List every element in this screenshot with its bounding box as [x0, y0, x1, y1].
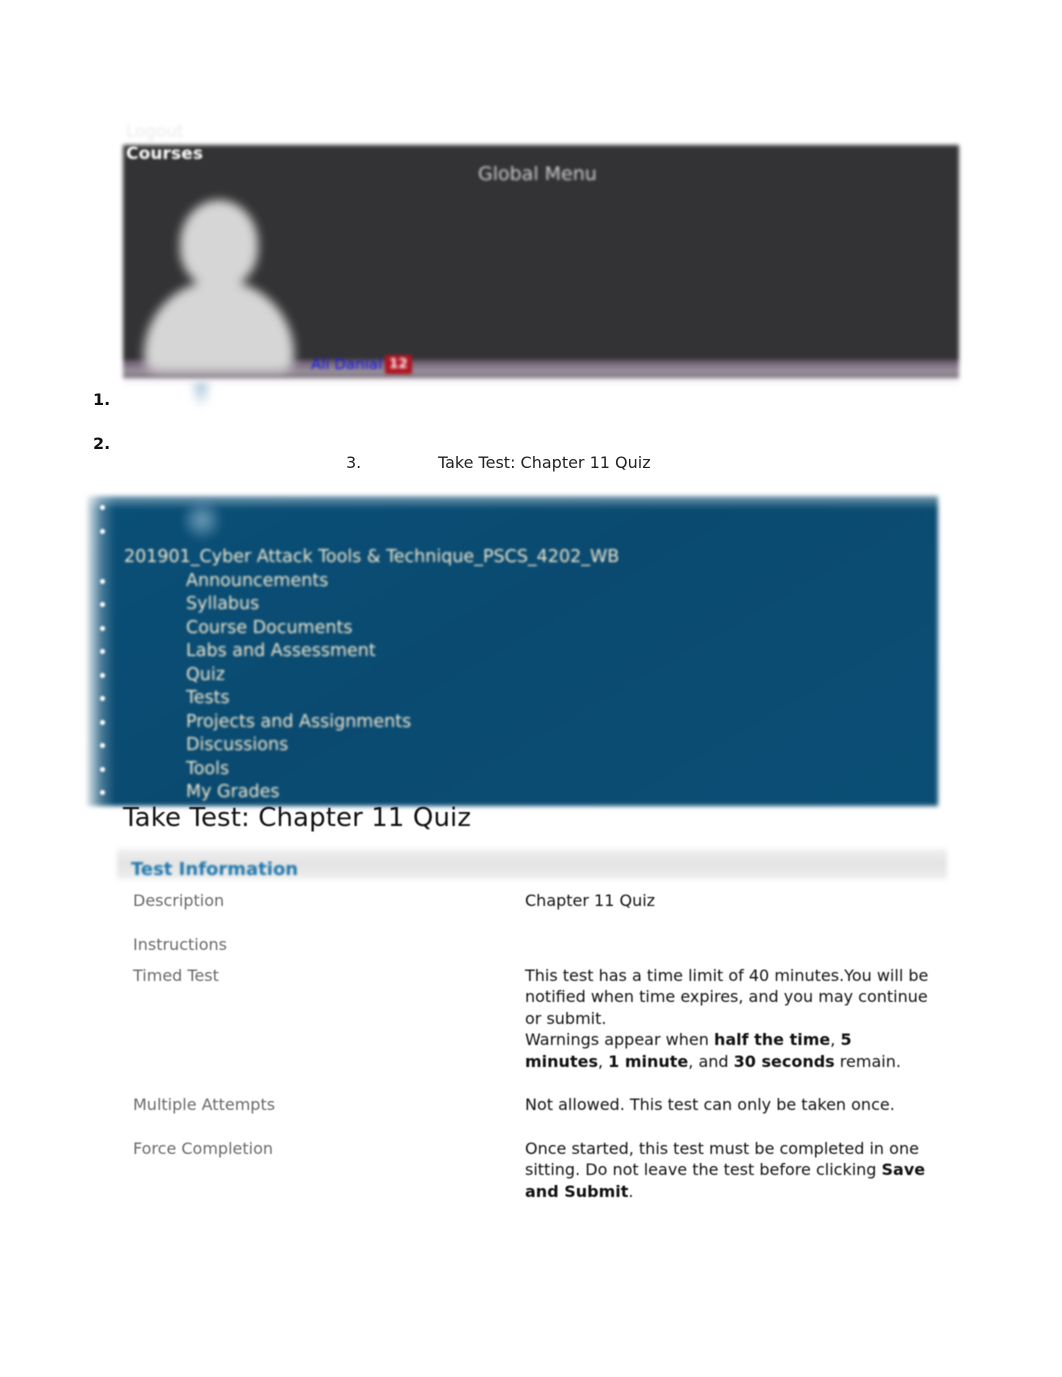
breadcrumb-marker-1: 1. [93, 390, 111, 409]
bullet-icon [100, 672, 105, 678]
course-menu-item-blank-1[interactable] [87, 496, 938, 520]
course-menu-label: Course Documents [186, 617, 353, 638]
table-row: Description Chapter 11 Quiz [133, 890, 933, 934]
bullet-icon [100, 649, 105, 654]
breadcrumb-marker-2: 2. [93, 434, 111, 453]
notification-badge[interactable]: 12 [385, 355, 412, 374]
course-menu-label: Labs and Assessment [186, 641, 376, 661]
timed-test-bold-1min: 1 minute [608, 1051, 689, 1071]
row-label-timed-test: Timed Test [133, 965, 219, 985]
breadcrumb-marker-3: 3. [346, 453, 362, 472]
table-row: Force Completion Once started, this test… [133, 1138, 933, 1225]
timed-test-bold-30sec: 30 seconds [733, 1051, 835, 1071]
course-menu-label: Announcements [186, 570, 329, 591]
force-completion-tail: . [628, 1181, 634, 1201]
user-avatar-icon [138, 196, 298, 372]
avatar-body-shape [144, 280, 294, 372]
avatar-head-shape [180, 200, 258, 288]
row-value-description: Chapter 11 Quiz [525, 891, 656, 910]
course-menu-item-blank-2[interactable] [87, 520, 938, 544]
breadcrumb-item-take-test[interactable]: Take Test: Chapter 11 Quiz [438, 453, 651, 472]
row-value-multiple-attempts: Not allowed. This test can only be taken… [525, 1095, 895, 1114]
bullet-icon [100, 696, 105, 701]
bullet-icon [100, 790, 105, 795]
course-title-label: 201901_Cyber Attack Tools & Technique_PS… [124, 547, 620, 567]
force-completion-pre: Once started, this test must be complete… [525, 1138, 919, 1180]
course-menu-label: Tests [186, 688, 230, 708]
sep3: , and [688, 1051, 734, 1071]
bullet-icon [100, 602, 105, 607]
course-menu-list: 201901_Cyber Attack Tools & Technique_PS… [87, 496, 938, 805]
course-menu-label: Quiz [186, 664, 225, 685]
row-label-multiple-attempts: Multiple Attempts [133, 1095, 276, 1114]
bullet-icon [100, 625, 105, 631]
logout-link[interactable]: Logout [126, 122, 184, 141]
courses-link[interactable]: Courses [126, 144, 203, 164]
document-page: Logout Courses Global Menu Ali Danial 12… [0, 0, 1062, 1377]
test-information-table: Description Chapter 11 Quiz Instructions… [133, 890, 933, 1224]
course-menu-item-course-documents[interactable]: Course Documents [87, 617, 938, 641]
timed-test-line2-pre: Warnings appear when [525, 1030, 714, 1049]
user-name-link[interactable]: Ali Danial [311, 355, 382, 373]
table-row: Multiple Attempts Not allowed. This test… [133, 1094, 933, 1138]
test-information-heading: Test Information [131, 859, 299, 880]
course-menu-item-announcements[interactable]: Announcements [87, 570, 938, 594]
course-menu-label: Projects and Assignments [186, 711, 412, 732]
course-menu-label: Tools [186, 758, 230, 779]
sep1: , [830, 1030, 841, 1049]
bullet-icon [100, 578, 105, 584]
course-menu-item-projects-and-assignments[interactable]: Projects and Assignments [87, 711, 938, 735]
timed-test-tail: remain. [834, 1051, 901, 1071]
bullet-icon [100, 766, 105, 772]
sep2: , [597, 1051, 609, 1071]
course-menu-item-quiz[interactable]: Quiz [87, 664, 938, 688]
course-menu-item-syllabus[interactable]: Syllabus [87, 593, 938, 617]
course-menu-label: Syllabus [186, 594, 260, 614]
course-menu-item-my-grades[interactable]: My Grades [87, 781, 938, 805]
global-menu-label[interactable]: Global Menu [478, 163, 597, 185]
header-artifact [188, 382, 214, 410]
course-title-link[interactable]: 201901_Cyber Attack Tools & Technique_PS… [87, 543, 938, 570]
course-menu-item-tests[interactable]: Tests [87, 687, 938, 711]
row-value-timed-test: This test has a time limit of 40 minutes… [525, 965, 933, 1095]
timed-test-bold-half: half the time [713, 1030, 831, 1049]
bullet-icon [100, 528, 105, 534]
page-title: Take Test: Chapter 11 Quiz [123, 803, 472, 833]
row-value-instructions [525, 934, 933, 965]
row-label-force-completion: Force Completion [133, 1138, 274, 1158]
course-menu-label: My Grades [186, 782, 280, 802]
row-label-instructions: Instructions [133, 934, 227, 954]
table-row: Timed Test This test has a time limit of… [133, 965, 933, 1095]
row-value-force-completion: Once started, this test must be complete… [525, 1138, 933, 1225]
course-menu-item-labs-and-assessment[interactable]: Labs and Assessment [87, 640, 938, 664]
course-menu-item-discussions[interactable]: Discussions [87, 734, 938, 758]
course-menu-item-tools[interactable]: Tools [87, 758, 938, 782]
bullet-icon [100, 719, 105, 725]
bullet-icon [100, 743, 105, 748]
timed-test-line1: This test has a time limit of 40 minutes… [525, 965, 929, 1028]
course-menu-label: Discussions [186, 735, 289, 755]
row-label-description: Description [133, 891, 225, 910]
bullet-icon [100, 505, 105, 510]
table-row: Instructions [133, 934, 933, 965]
